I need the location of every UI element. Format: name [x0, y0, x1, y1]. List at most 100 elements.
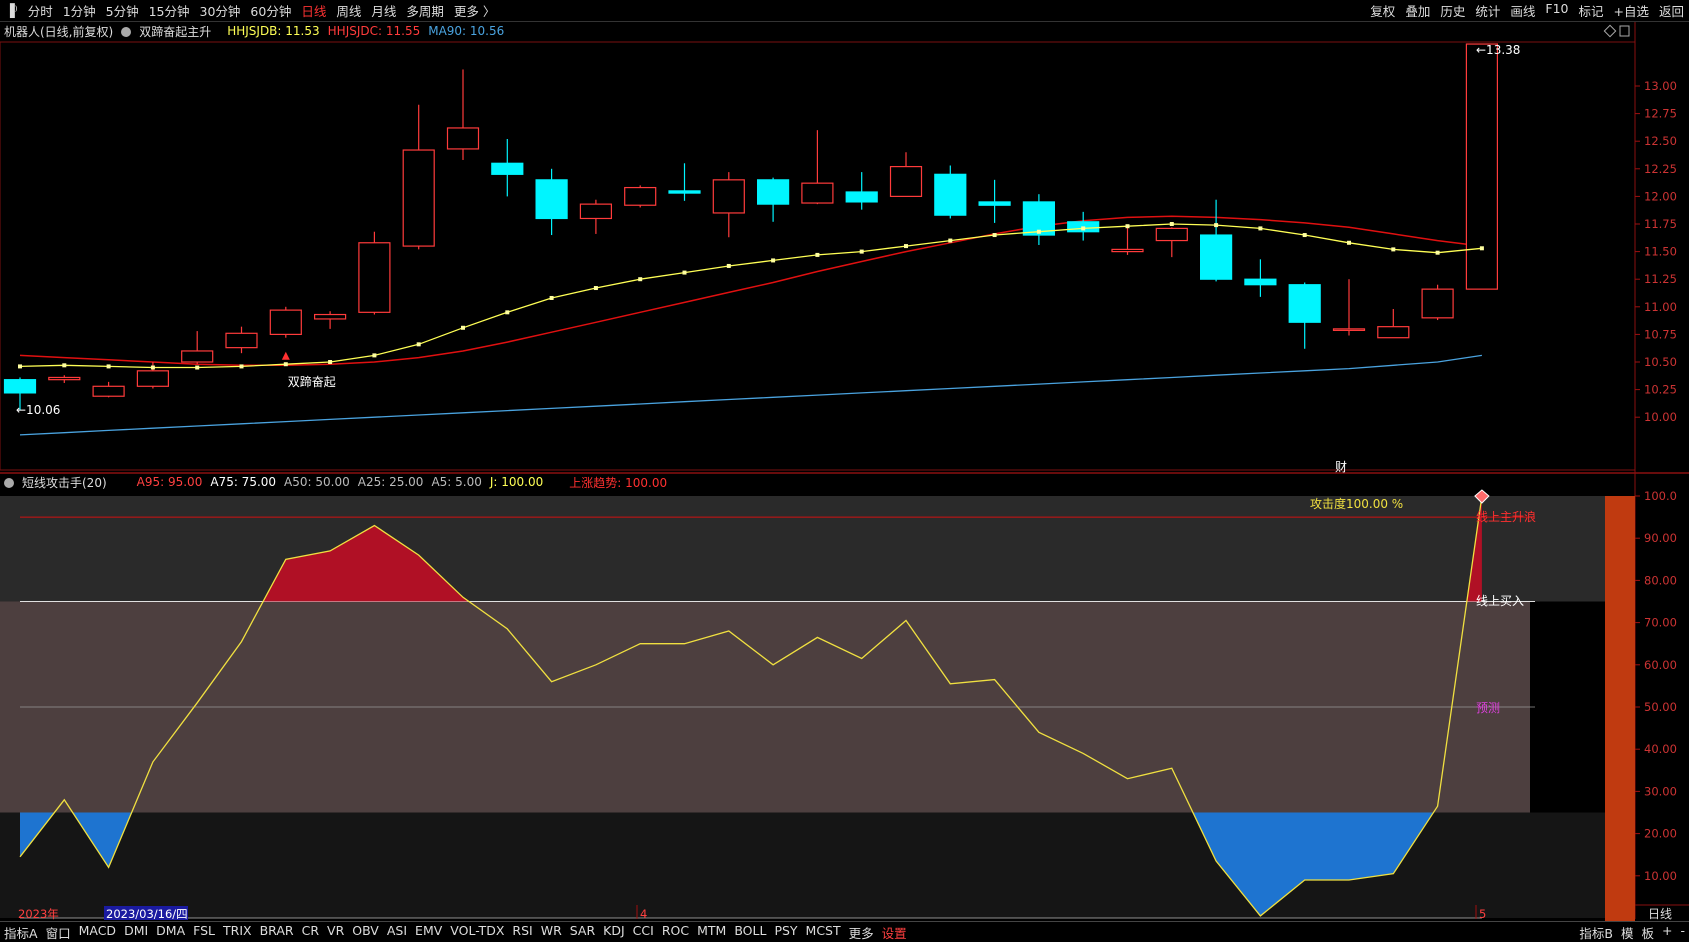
- candle[interactable]: [181, 331, 214, 365]
- indicator-tab[interactable]: TRIX: [219, 923, 256, 942]
- candle[interactable]: [48, 375, 81, 383]
- candle[interactable]: [668, 163, 701, 201]
- bottom-right-button[interactable]: +: [1658, 923, 1676, 942]
- indicator-tab[interactable]: SAR: [566, 923, 599, 942]
- candle[interactable]: [269, 306, 302, 338]
- price-tick-label: 10.75: [1644, 327, 1677, 341]
- indicator-tab[interactable]: VR: [323, 923, 348, 942]
- price-tick-label: 10.25: [1644, 383, 1677, 397]
- candle[interactable]: [801, 130, 834, 205]
- candle[interactable]: [446, 69, 480, 160]
- hhjsjdb-dot: [1169, 222, 1174, 226]
- hhjsjdb-dot: [239, 364, 244, 369]
- line-main-label: 线上主升浪: [1476, 509, 1536, 524]
- indicator-tab[interactable]: CCI: [629, 923, 658, 942]
- candle[interactable]: [1288, 282, 1321, 349]
- candle[interactable]: [225, 326, 258, 354]
- bottom-right-buttons: 指标B 模板 + -: [1575, 923, 1689, 942]
- cursor-date-label: 2023/03/16/四: [106, 907, 188, 921]
- candle[interactable]: [1111, 226, 1144, 255]
- indicator-tab[interactable]: CR: [298, 923, 323, 942]
- candle-body: [92, 385, 125, 397]
- indicator-tab[interactable]: VOL-TDX: [446, 923, 508, 942]
- candle[interactable]: [491, 138, 524, 197]
- candle[interactable]: [624, 185, 657, 208]
- indicator-tab[interactable]: 设置: [878, 923, 911, 942]
- hhjsjdb-dot: [18, 364, 22, 369]
- bottom-right-button[interactable]: 指标B: [1575, 923, 1617, 942]
- candle[interactable]: [756, 177, 790, 222]
- candle[interactable]: [579, 199, 613, 234]
- candle[interactable]: [1465, 43, 1499, 290]
- candle[interactable]: [1244, 259, 1277, 297]
- hhjsjdb-dot: [1081, 226, 1086, 231]
- indicator-tab[interactable]: 窗口: [42, 923, 75, 942]
- indicator-tab[interactable]: BOLL: [730, 923, 770, 942]
- candle-body: [358, 242, 391, 313]
- indicator-a-button[interactable]: 指标A: [0, 923, 42, 942]
- hhjsjdb-dot: [1036, 229, 1041, 234]
- hhjsjdb-dot: [1435, 250, 1440, 255]
- hhjsjdb-dot: [461, 325, 465, 330]
- osc-tick-label: 40.00: [1644, 742, 1677, 756]
- osc-tick-label: 60.00: [1644, 658, 1677, 672]
- candle[interactable]: [1155, 227, 1188, 258]
- indicator-tab[interactable]: DMI: [120, 923, 152, 942]
- candle[interactable]: [535, 168, 568, 236]
- candle-body: [181, 350, 214, 363]
- candle[interactable]: [712, 172, 745, 238]
- candle[interactable]: [1332, 279, 1366, 336]
- candle[interactable]: [934, 165, 967, 219]
- candle[interactable]: [402, 104, 435, 250]
- candle[interactable]: [314, 311, 347, 329]
- candle[interactable]: [358, 231, 391, 315]
- candle[interactable]: [978, 179, 1011, 223]
- hhjsjdb-dot: [283, 362, 288, 367]
- hhjsjdb-dot: [1302, 233, 1307, 238]
- indicator-tab[interactable]: KDJ: [599, 923, 629, 942]
- candle-body: [491, 162, 524, 175]
- candle[interactable]: [1022, 194, 1056, 245]
- hhjsjdb-dot: [948, 238, 953, 243]
- candle[interactable]: [92, 381, 125, 398]
- indicator-tab[interactable]: MTM: [693, 923, 730, 942]
- price-tick-label: 10.00: [1644, 410, 1677, 424]
- indicator-tab[interactable]: PSY: [770, 923, 801, 942]
- candle[interactable]: [889, 152, 923, 197]
- candle-body: [845, 191, 878, 203]
- candle[interactable]: [1377, 309, 1410, 339]
- candle[interactable]: [1067, 211, 1100, 241]
- candle-body: [535, 179, 568, 220]
- candle-body: [1288, 284, 1321, 323]
- candle-body: [1199, 234, 1233, 280]
- indicator-tab[interactable]: ASI: [383, 923, 411, 942]
- candle-body: [712, 179, 745, 214]
- indicator-tab[interactable]: BRAR: [256, 923, 298, 942]
- candle[interactable]: [1421, 284, 1454, 321]
- bottom-right-button[interactable]: -: [1676, 923, 1689, 942]
- indicator-tab[interactable]: ROC: [658, 923, 693, 942]
- bottom-right-button[interactable]: 板: [1637, 923, 1658, 942]
- year-label: 2023年: [18, 907, 59, 921]
- candle[interactable]: [1199, 199, 1233, 282]
- osc-tick-label: 10.00: [1644, 869, 1677, 883]
- indicator-tab[interactable]: 更多: [845, 923, 878, 942]
- candle[interactable]: [845, 172, 878, 210]
- indicator-tab[interactable]: RSI: [508, 923, 536, 942]
- bottom-right-button[interactable]: 模: [1617, 923, 1638, 942]
- candle-body: [402, 149, 435, 247]
- period-label: 日线: [1648, 907, 1672, 921]
- indicator-tab[interactable]: OBV: [348, 923, 383, 942]
- candle-body: [579, 203, 613, 220]
- indicator-tab[interactable]: MCST: [802, 923, 845, 942]
- hhjsjdb-dot: [372, 353, 377, 358]
- indicator-tab[interactable]: MACD: [75, 923, 120, 942]
- indicator-tab[interactable]: EMV: [411, 923, 446, 942]
- hhjsjdb-dot: [328, 360, 333, 364]
- hhjsjdb-dot: [904, 244, 908, 249]
- candlesticks[interactable]: [3, 43, 1499, 411]
- chart-canvas[interactable]: 13.00 12.75 12.50 12.25 12.00 11.75 11.50 11.25…: [0, 0, 1689, 942]
- indicator-tab[interactable]: WR: [537, 923, 566, 942]
- indicator-tab[interactable]: FSL: [189, 923, 219, 942]
- indicator-tab[interactable]: DMA: [152, 923, 189, 942]
